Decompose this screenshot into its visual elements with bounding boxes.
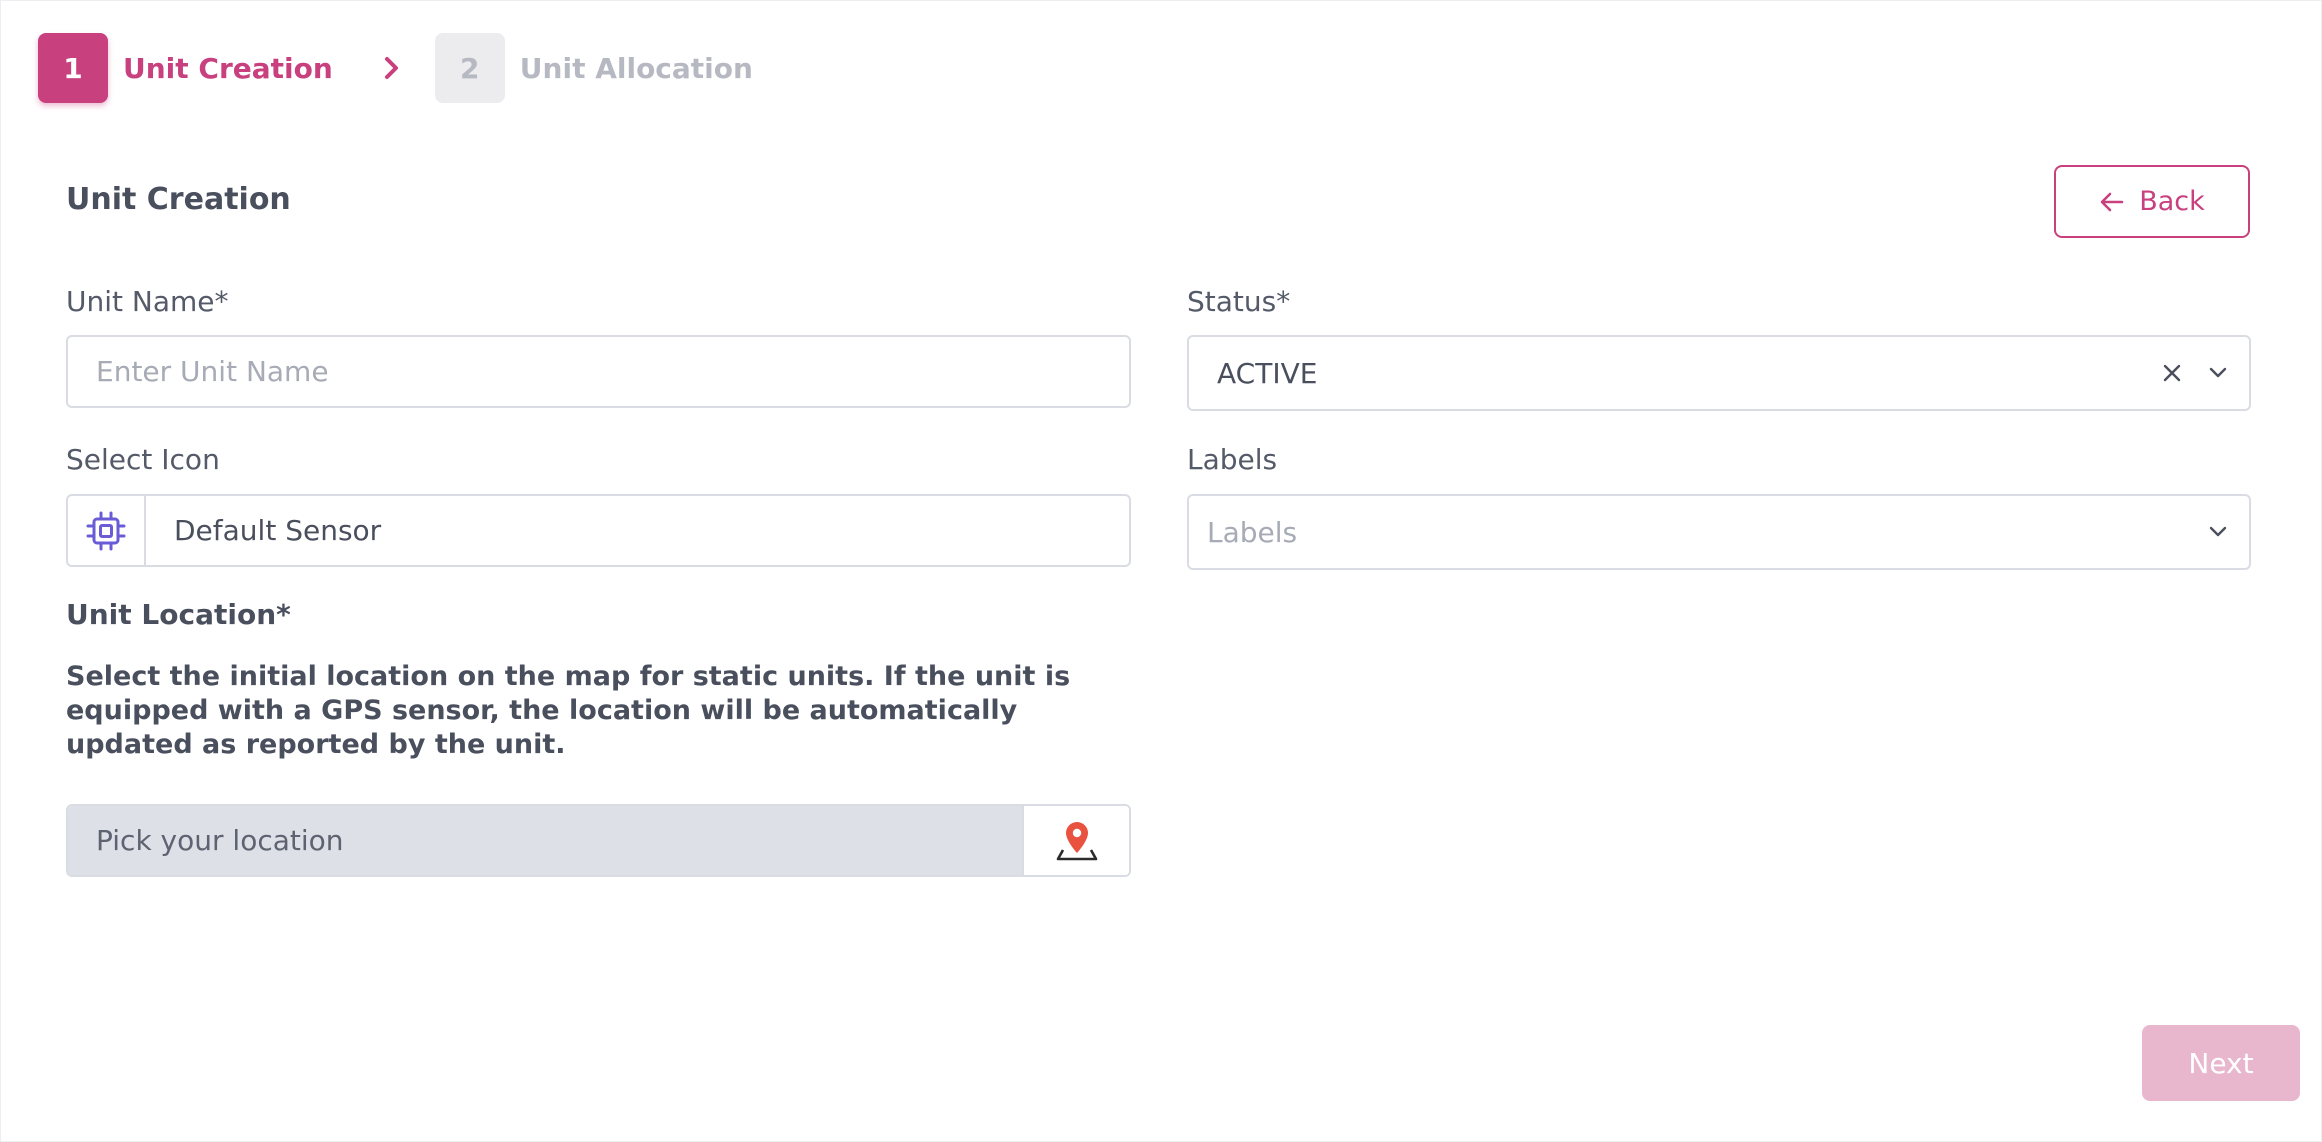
icon-select[interactable]: Default Sensor: [66, 494, 1131, 567]
stepper: 1 Unit Creation 2 Unit Allocation: [38, 32, 753, 104]
arrow-left-icon: [2099, 190, 2125, 214]
chip-icon: [68, 496, 146, 565]
status-select[interactable]: ACTIVE: [1187, 335, 2251, 411]
page-title: Unit Creation: [66, 182, 291, 217]
labels-select[interactable]: Labels: [1187, 494, 2251, 570]
back-button[interactable]: Back: [2054, 165, 2250, 238]
close-icon[interactable]: [2149, 337, 2195, 409]
icon-select-value: Default Sensor: [174, 514, 382, 547]
step-1-number[interactable]: 1: [38, 33, 108, 103]
back-button-label: Back: [2139, 186, 2205, 217]
labels-label: Labels: [1187, 443, 1278, 476]
step-2-number[interactable]: 2: [434, 33, 505, 103]
labels-placeholder: Labels: [1207, 515, 1298, 549]
chevron-right-icon: [357, 33, 427, 103]
unit-name-label: Unit Name*: [66, 285, 229, 318]
unit-location-description: Select the initial location on the map f…: [66, 661, 1071, 760]
map-pin-icon[interactable]: [1024, 806, 1129, 875]
unit-name-field-box: [66, 335, 1131, 408]
unit-location-title: Unit Location*: [66, 598, 291, 631]
unit-name-input[interactable]: [68, 337, 1129, 406]
step-2-label[interactable]: Unit Allocation: [520, 52, 753, 85]
select-icon-label: Select Icon: [66, 443, 220, 476]
unit-creation-page: 1 Unit Creation 2 Unit Allocation Unit C…: [0, 0, 2322, 1142]
location-input[interactable]: Pick your location: [68, 806, 1024, 875]
status-label: Status*: [1187, 285, 1291, 318]
step-1-label[interactable]: Unit Creation: [123, 52, 333, 85]
chevron-down-icon[interactable]: [2195, 496, 2241, 568]
status-value: ACTIVE: [1217, 356, 1318, 390]
next-button[interactable]: Next: [2142, 1025, 2300, 1101]
location-picker: Pick your location: [66, 804, 1131, 877]
chevron-down-icon[interactable]: [2195, 337, 2241, 409]
